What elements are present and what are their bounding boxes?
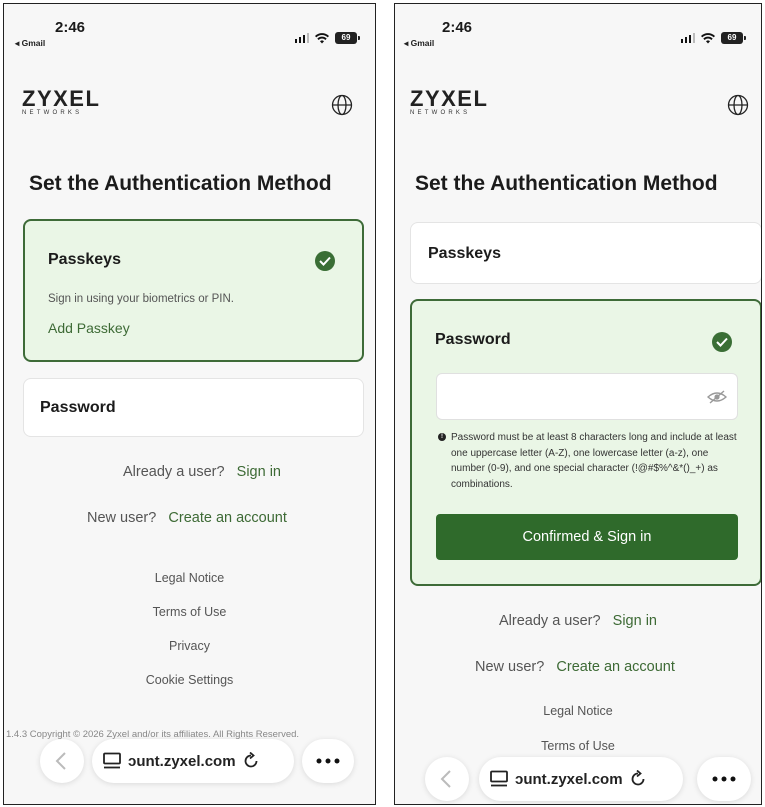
terms-of-use-link[interactable]: Terms of Use <box>4 605 375 619</box>
status-bar: 2:46 ◂ Gmail 69 <box>395 4 761 54</box>
password-title: Password <box>435 331 511 348</box>
reload-icon[interactable] <box>629 770 647 788</box>
sign-in-link[interactable]: Sign in <box>613 613 657 629</box>
back-to-gmail-link[interactable]: ◂ Gmail <box>404 38 434 49</box>
status-time: 2:46 <box>442 19 473 36</box>
more-dots-icon <box>316 758 340 764</box>
status-bar: 2:46 ◂ Gmail 69 <box>4 4 375 54</box>
page-title: Set the Authentication Method <box>415 172 718 195</box>
password-input[interactable] <box>436 373 738 420</box>
check-icon <box>315 251 335 271</box>
chevron-left-icon <box>440 770 451 788</box>
password-option-card[interactable]: Password <box>23 378 364 437</box>
privacy-link[interactable]: Privacy <box>4 639 375 653</box>
confirm-sign-in-button[interactable]: Confirmed & Sign in <box>436 514 738 560</box>
globe-icon[interactable] <box>727 94 749 116</box>
battery-icon: 69 <box>721 32 746 44</box>
sign-in-link[interactable]: Sign in <box>237 464 281 480</box>
add-passkey-link[interactable]: Add Passkey <box>48 320 130 336</box>
cookie-settings-link[interactable]: Cookie Settings <box>4 673 375 687</box>
zyxel-logo: ZYXEL NETWORKS <box>410 86 489 116</box>
create-account-link[interactable]: Create an account <box>556 659 675 675</box>
battery-icon: 69 <box>335 32 360 44</box>
globe-icon[interactable] <box>331 94 353 116</box>
tabs-icon <box>490 770 508 787</box>
passkeys-title: Passkeys <box>428 245 501 262</box>
url-bar[interactable]: ɔunt.zyxel.com <box>92 739 294 783</box>
info-icon: ! <box>438 433 446 441</box>
signal-icon <box>680 33 695 43</box>
password-option-card[interactable]: Password ! Password must be at least 8 c… <box>410 299 761 586</box>
chevron-left-icon <box>55 752 66 770</box>
screen-password-selected: 2:46 ◂ Gmail 69 ZYXEL NETWORKS Set the A… <box>394 3 762 805</box>
already-user-text: Already a user? <box>123 464 225 480</box>
status-time: 2:46 <box>55 19 86 36</box>
check-icon <box>712 332 732 352</box>
new-user-text: New user? <box>475 659 545 675</box>
url-bar[interactable]: ɔunt.zyxel.com <box>479 757 683 801</box>
wifi-icon <box>701 32 715 43</box>
new-user-text: New user? <box>87 510 157 526</box>
passkeys-option-card[interactable]: Passkeys Sign in using your biometrics o… <box>23 219 364 362</box>
more-options-button[interactable] <box>302 739 354 783</box>
tabs-icon <box>103 752 121 769</box>
zyxel-logo: ZYXEL NETWORKS <box>22 86 101 116</box>
back-to-gmail-link[interactable]: ◂ Gmail <box>15 38 45 49</box>
already-user-text: Already a user? <box>499 613 601 629</box>
legal-notice-link[interactable]: Legal Notice <box>4 571 375 585</box>
reload-icon[interactable] <box>242 752 260 770</box>
url-text: ɔunt.zyxel.com <box>128 752 236 770</box>
password-requirements-hint: ! Password must be at least 8 characters… <box>438 430 741 492</box>
more-options-button[interactable] <box>697 757 751 801</box>
legal-notice-link[interactable]: Legal Notice <box>395 704 761 718</box>
screen-passkeys-selected: 2:46 ◂ Gmail 69 ZYXEL NETWORKS Set the A… <box>3 3 376 805</box>
more-dots-icon <box>712 776 736 782</box>
url-text: ɔunt.zyxel.com <box>515 770 623 788</box>
signal-icon <box>294 33 309 43</box>
page-title: Set the Authentication Method <box>29 172 332 195</box>
browser-back-button[interactable] <box>425 757 469 801</box>
passkeys-option-card[interactable]: Passkeys <box>410 222 761 284</box>
terms-of-use-link[interactable]: Terms of Use <box>395 739 761 753</box>
passkeys-description: Sign in using your biometrics or PIN. <box>48 293 234 305</box>
wifi-icon <box>315 32 329 43</box>
eye-slash-icon[interactable] <box>707 389 727 405</box>
passkeys-title: Passkeys <box>48 251 121 268</box>
browser-back-button[interactable] <box>40 739 84 783</box>
create-account-link[interactable]: Create an account <box>168 510 287 526</box>
password-title: Password <box>40 399 116 416</box>
